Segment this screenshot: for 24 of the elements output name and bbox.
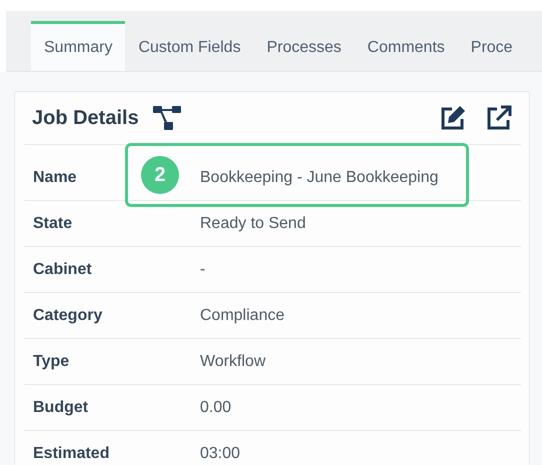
edit-icon[interactable] [440, 105, 466, 131]
field-label: Type [33, 352, 70, 370]
field-label: Name [33, 168, 77, 186]
field-value: - [200, 260, 206, 278]
field-value: Compliance [200, 306, 286, 324]
tab[interactable]: Custom Fields [125, 21, 254, 71]
panel-title: Job Details [32, 106, 139, 130]
field-label: Budget [33, 398, 88, 416]
field-value: 03:00 [200, 444, 242, 462]
hierarchy-icon[interactable] [152, 106, 181, 130]
tab[interactable]: Summary [31, 21, 126, 71]
step-badge: 2 [141, 156, 179, 194]
field-label: Estimated [33, 444, 110, 462]
field-value: Workflow [200, 352, 266, 370]
external-link-icon[interactable] [486, 105, 512, 131]
field-value: 0.00 [200, 398, 232, 416]
tab[interactable]: Processes [254, 21, 354, 71]
field-value: Ready to Send [200, 214, 307, 232]
tab[interactable]: Proce [458, 21, 526, 71]
field-label: Category [33, 306, 102, 324]
tab[interactable]: Comments [354, 21, 458, 71]
field-label: State [33, 214, 72, 232]
field-label: Cabinet [33, 260, 92, 278]
field-value: Bookkeeping - June Bookkeeping [200, 168, 440, 186]
